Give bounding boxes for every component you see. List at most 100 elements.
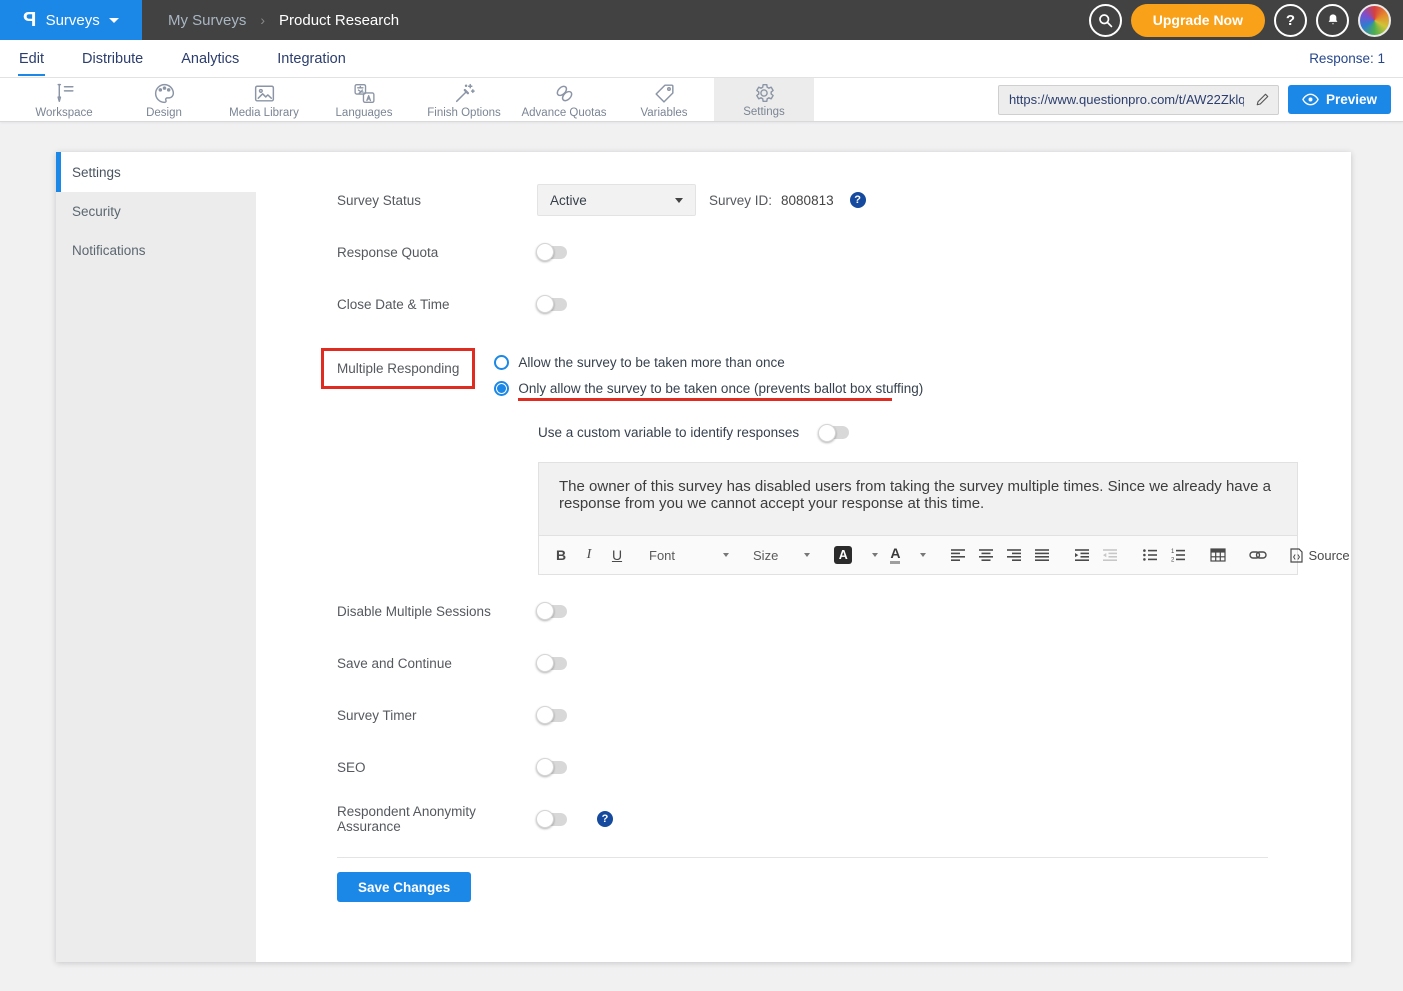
multiple-responding-label: Multiple Responding <box>337 361 459 376</box>
respondent-anonymity-row: Respondent Anonymity Assurance ? <box>337 803 1298 835</box>
sidebar-item-settings[interactable]: Settings <box>56 152 256 192</box>
multiple-responding-options: Allow the survey to be taken more than o… <box>494 348 923 401</box>
toolbar-item-advance-quotas[interactable]: Advance Quotas <box>514 78 614 121</box>
chevron-down-icon <box>920 553 926 557</box>
radio-selected-icon[interactable] <box>494 381 509 396</box>
tab-integration[interactable]: Integration <box>276 42 347 76</box>
user-avatar[interactable] <box>1358 4 1391 37</box>
insert-link-button[interactable] <box>1246 543 1270 567</box>
notifications-button[interactable] <box>1316 4 1349 37</box>
tab-analytics[interactable]: Analytics <box>180 42 240 76</box>
seo-toggle[interactable] <box>537 761 567 774</box>
survey-status-select[interactable]: Active <box>537 184 696 216</box>
outdent-button[interactable] <box>1098 543 1122 567</box>
radio-option-only-once[interactable]: Only allow the survey to be taken once (… <box>494 381 923 396</box>
help-button[interactable]: ? <box>1274 4 1307 37</box>
toolbar-item-settings[interactable]: Settings <box>714 78 814 121</box>
toolbar-right: Preview <box>998 78 1403 121</box>
svg-text:2: 2 <box>1171 557 1175 562</box>
response-quota-row: Response Quota <box>337 236 1298 268</box>
italic-button[interactable]: I <box>577 543 601 567</box>
settings-content: Survey Status Active Survey ID: 8080813 … <box>256 152 1351 962</box>
response-quota-label: Response Quota <box>337 245 537 260</box>
justify-icon <box>1034 548 1050 562</box>
disable-multiple-sessions-toggle[interactable] <box>537 605 567 618</box>
source-button[interactable]: Source <box>1286 548 1351 563</box>
align-left-icon <box>950 548 966 562</box>
product-menu-label: Surveys <box>46 12 100 29</box>
save-changes-button[interactable]: Save Changes <box>337 872 471 902</box>
search-icon <box>1097 12 1114 29</box>
variables-icon <box>652 81 677 106</box>
indent-button[interactable] <box>1070 543 1094 567</box>
font-dropdown[interactable]: Font <box>645 548 733 563</box>
questionpro-logo: P <box>23 9 36 32</box>
breadcrumb-separator-icon: › <box>260 12 265 28</box>
settings-sidebar: Settings Security Notifications <box>56 152 256 962</box>
multiple-responding-row: Multiple Responding Allow the survey to … <box>337 348 1298 401</box>
question-mark-icon: ? <box>1286 12 1295 29</box>
svg-text:1: 1 <box>1171 549 1175 555</box>
survey-timer-toggle[interactable] <box>537 709 567 722</box>
pencil-icon <box>1255 92 1270 107</box>
toolbar-item-media-library[interactable]: Media Library <box>214 78 314 121</box>
tab-edit[interactable]: Edit <box>18 42 45 76</box>
survey-status-help-icon[interactable]: ? <box>850 192 866 208</box>
respondent-anonymity-help-icon[interactable]: ? <box>597 811 613 827</box>
seo-label: SEO <box>337 760 537 775</box>
link-icon <box>1249 549 1267 561</box>
settings-gear-icon <box>752 81 776 105</box>
upgrade-now-button[interactable]: Upgrade Now <box>1131 4 1265 37</box>
insert-table-button[interactable] <box>1206 543 1230 567</box>
toggle-knob <box>536 706 554 724</box>
numbered-list-icon: 12 <box>1170 548 1186 562</box>
topbar-actions: Upgrade Now ? <box>1089 4 1403 37</box>
background-color-button[interactable]: A <box>830 546 882 564</box>
justify-button[interactable] <box>1030 543 1054 567</box>
search-button[interactable] <box>1089 4 1122 37</box>
radio-icon[interactable] <box>494 355 509 370</box>
align-center-button[interactable] <box>974 543 998 567</box>
close-date-time-row: Close Date & Time <box>337 288 1298 320</box>
text-color-button[interactable]: A <box>886 546 930 564</box>
respondent-anonymity-toggle[interactable] <box>537 813 567 826</box>
align-right-icon <box>1006 548 1022 562</box>
toolbar-item-finish-options[interactable]: Finish Options <box>414 78 514 121</box>
sidebar-item-notifications[interactable]: Notifications <box>56 231 256 270</box>
advance-quotas-icon <box>552 81 577 106</box>
toolbar-item-languages[interactable]: Languages <box>314 78 414 121</box>
editor-message-text[interactable]: The owner of this survey has disabled us… <box>539 463 1297 535</box>
toolbar-item-variables[interactable]: Variables <box>614 78 714 121</box>
save-and-continue-toggle[interactable] <box>537 657 567 670</box>
edit-url-button[interactable] <box>1248 86 1278 114</box>
sidebar-item-security[interactable]: Security <box>56 192 256 231</box>
indent-icon <box>1074 548 1090 562</box>
table-icon <box>1210 548 1226 562</box>
survey-url-input[interactable] <box>999 92 1248 107</box>
toolbar-item-workspace[interactable]: Workspace <box>14 78 114 121</box>
chevron-down-icon <box>723 553 729 557</box>
preview-button[interactable]: Preview <box>1288 85 1391 114</box>
app-logo-menu[interactable]: P Surveys <box>0 0 142 40</box>
custom-variable-toggle[interactable] <box>819 426 849 439</box>
response-quota-toggle[interactable] <box>537 246 567 259</box>
breadcrumb: My Surveys › Product Research <box>168 12 399 29</box>
seo-row: SEO <box>337 751 1298 783</box>
bold-button[interactable]: B <box>549 543 573 567</box>
survey-id-value: 8080813 <box>781 193 834 208</box>
underline-button[interactable]: U <box>605 543 629 567</box>
toggle-knob <box>536 295 554 313</box>
settings-card: Settings Security Notifications Survey S… <box>56 152 1351 962</box>
align-right-button[interactable] <box>1002 543 1026 567</box>
toolbar-item-design[interactable]: Design <box>114 78 214 121</box>
bullet-list-button[interactable] <box>1138 543 1162 567</box>
numbered-list-button[interactable]: 12 <box>1166 543 1190 567</box>
align-left-button[interactable] <box>946 543 970 567</box>
close-date-time-toggle[interactable] <box>537 298 567 311</box>
breadcrumb-my-surveys[interactable]: My Surveys <box>168 12 246 29</box>
size-dropdown[interactable]: Size <box>749 548 814 563</box>
radio-option-allow-multiple[interactable]: Allow the survey to be taken more than o… <box>494 355 923 370</box>
custom-variable-row: Use a custom variable to identify respon… <box>538 425 1298 440</box>
toggle-knob <box>536 602 554 620</box>
tab-distribute[interactable]: Distribute <box>81 42 144 76</box>
